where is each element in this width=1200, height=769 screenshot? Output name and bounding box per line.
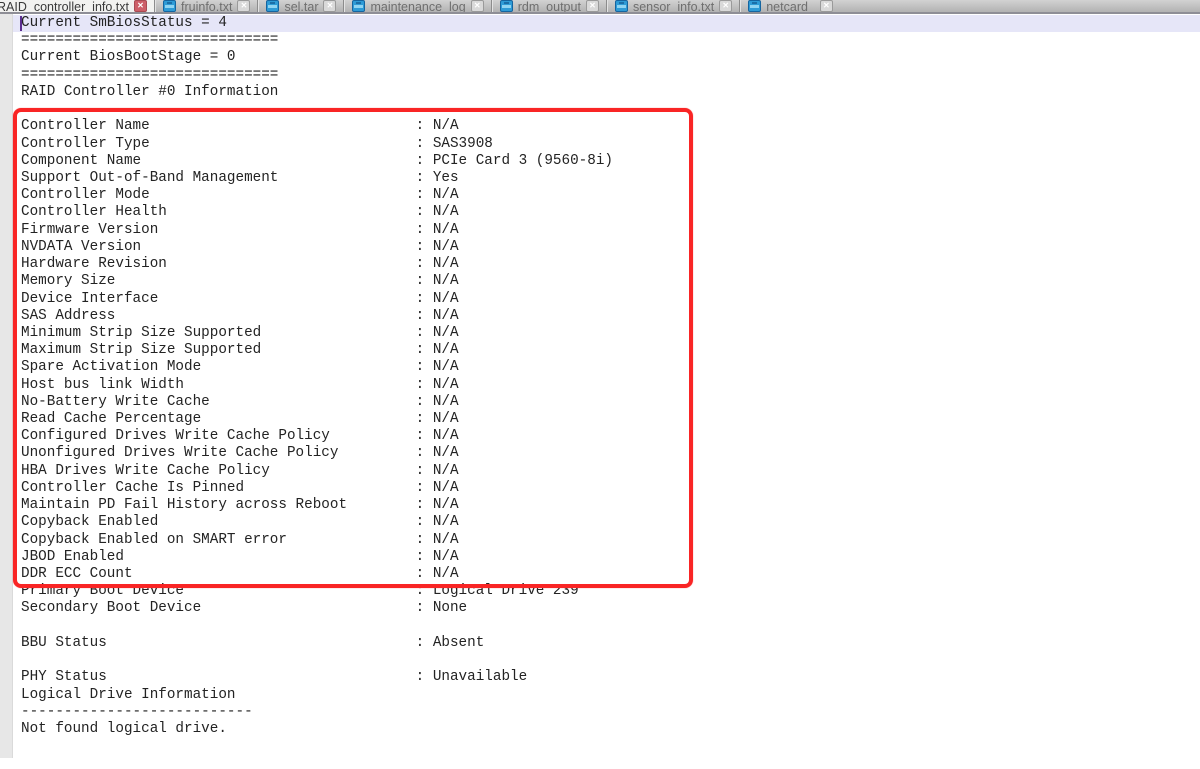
log-line-kv: Copyback Enabled on SMART error : N/A	[21, 532, 613, 549]
log-line: Not found logical drive.	[21, 721, 613, 738]
close-icon[interactable]: ✕	[471, 0, 484, 12]
log-line-kv: Configured Drives Write Cache Policy : N…	[21, 428, 613, 445]
log-line-kv: Copyback Enabled : N/A	[21, 514, 613, 531]
log-line	[21, 618, 613, 635]
log-line-kv: Primary Boot Device : Logical Drive 239	[21, 583, 613, 600]
log-line-kv: Unonfigured Drives Write Cache Policy : …	[21, 445, 613, 462]
floppy-disk-icon	[352, 0, 365, 12]
text-area[interactable]: Current SmBiosStatus = 4================…	[13, 15, 613, 738]
log-line-kv: Controller Cache Is Pinned : N/A	[21, 480, 613, 497]
log-line-kv: Component Name : PCIe Card 3 (9560-8i)	[21, 153, 613, 170]
floppy-disk-icon	[163, 0, 176, 12]
log-line-kv: Hardware Revision : N/A	[21, 256, 613, 273]
log-line-kv: Secondary Boot Device : None	[21, 600, 613, 617]
log-line-kv: No-Battery Write Cache : N/A	[21, 394, 613, 411]
log-line-kv: HBA Drives Write Cache Policy : N/A	[21, 463, 613, 480]
log-line: Current BiosBootStage = 0	[21, 49, 613, 66]
tab-label: RAID_controller_info.txt	[0, 0, 129, 14]
tab-fruinfo-txt[interactable]: fruinfo.txt ✕	[155, 0, 258, 12]
log-line-kv: Maintain PD Fail History across Reboot :…	[21, 497, 613, 514]
tab-sensor-info-txt[interactable]: sensor_info.txt ✕	[607, 0, 740, 12]
tab-label: fruinfo.txt	[181, 0, 232, 14]
log-line	[21, 101, 613, 118]
log-line-kv: Support Out-of-Band Management : Yes	[21, 170, 613, 187]
log-line-kv: JBOD Enabled : N/A	[21, 549, 613, 566]
tab-label: maintenance_log	[370, 0, 465, 14]
log-line-kv: NVDATA Version : N/A	[21, 239, 613, 256]
close-icon[interactable]: ✕	[237, 0, 250, 12]
log-line-kv: Maximum Strip Size Supported : N/A	[21, 342, 613, 359]
tab-netcard-[interactable]: netcard_ ✕	[740, 0, 1200, 12]
log-line: RAID Controller #0 Information	[21, 84, 613, 101]
tab-maintenance-log[interactable]: maintenance_log ✕	[344, 0, 491, 12]
editor: Current SmBiosStatus = 4================…	[0, 14, 1200, 769]
log-line: ---------------------------	[21, 704, 613, 721]
tab-label: sel.tar	[284, 0, 318, 14]
close-icon[interactable]: ✕	[719, 0, 732, 12]
log-line: ==============================	[21, 32, 613, 49]
log-line-kv: Controller Health : N/A	[21, 204, 613, 221]
text-caret	[20, 16, 22, 31]
log-line-kv: Controller Name : N/A	[21, 118, 613, 135]
tab-sel-tar[interactable]: sel.tar ✕	[258, 0, 344, 12]
log-line-kv: SAS Address : N/A	[21, 308, 613, 325]
log-line-kv: Controller Mode : N/A	[21, 187, 613, 204]
close-icon[interactable]: ✕	[134, 0, 147, 12]
floppy-disk-icon	[748, 0, 761, 12]
log-line-kv: Firmware Version : N/A	[21, 222, 613, 239]
log-line: ==============================	[21, 67, 613, 84]
close-icon[interactable]: ✕	[586, 0, 599, 12]
tab-label: rdm_output	[518, 0, 581, 14]
log-line-kv: Memory Size : N/A	[21, 273, 613, 290]
tab-rdm-output[interactable]: rdm_output ✕	[492, 0, 607, 12]
close-icon[interactable]: ✕	[323, 0, 336, 12]
log-line-kv: DDR ECC Count : N/A	[21, 566, 613, 583]
floppy-disk-icon	[615, 0, 628, 12]
log-line-kv: Device Interface : N/A	[21, 291, 613, 308]
floppy-disk-icon	[500, 0, 513, 12]
log-line: Current SmBiosStatus = 4	[21, 15, 613, 32]
log-line-kv: PHY Status : Unavailable	[21, 669, 613, 686]
tab-label: sensor_info.txt	[633, 0, 714, 14]
floppy-disk-icon	[266, 0, 279, 12]
tab-raid-controller-info-txt[interactable]: RAID_controller_info.txt ✕	[0, 0, 155, 12]
log-line-kv: BBU Status : Absent	[21, 635, 613, 652]
log-line	[21, 652, 613, 669]
close-icon[interactable]: ✕	[820, 0, 833, 12]
tab-bar: RAID_controller_info.txt✕fruinfo.txt✕sel…	[0, 0, 1200, 14]
log-line-kv: Controller Type : SAS3908	[21, 136, 613, 153]
log-line-kv: Spare Activation Mode : N/A	[21, 359, 613, 376]
log-line-kv: Minimum Strip Size Supported : N/A	[21, 325, 613, 342]
log-line: Logical Drive Information	[21, 687, 613, 704]
bookmark-margin	[0, 14, 13, 758]
log-line-kv: Read Cache Percentage : N/A	[21, 411, 613, 428]
tab-label: netcard_	[766, 0, 815, 14]
log-line-kv: Host bus link Width : N/A	[21, 377, 613, 394]
